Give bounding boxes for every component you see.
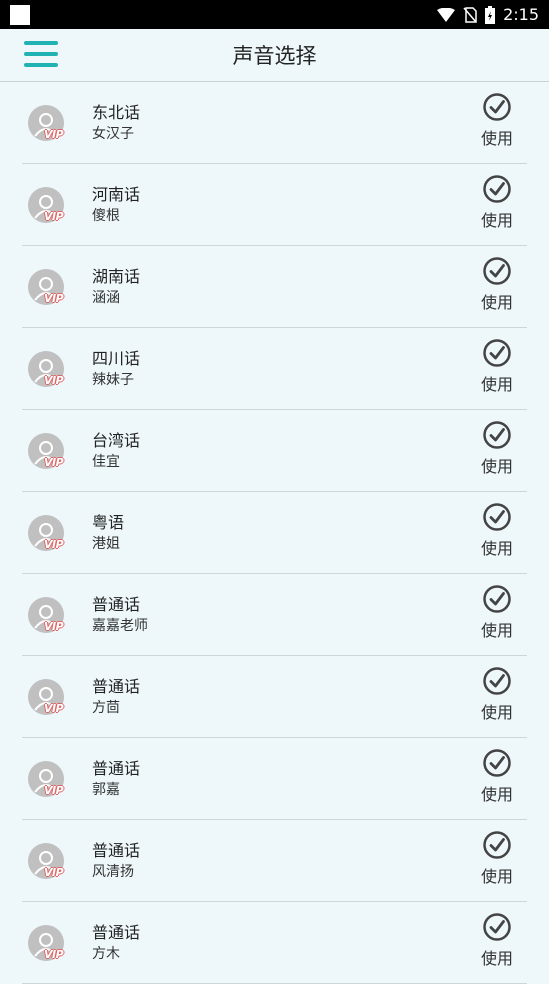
menu-button[interactable]: [24, 41, 58, 69]
voice-name: 佳宜: [92, 453, 120, 470]
avatar: VIP: [28, 350, 64, 387]
dialect-label: 普通话: [92, 922, 141, 942]
dialect-label: 湖南话: [92, 266, 141, 286]
voice-name: 辣妹子: [92, 371, 134, 388]
avatar: VIP: [28, 924, 64, 961]
voice-list: VIP 东北话 女汉子 使用 VIP 河南话 傻根 使用 VIP 湖南话 涵涵 …: [22, 82, 527, 984]
list-item[interactable]: VIP 四川话 辣妹子 使用: [22, 328, 527, 410]
clock: 2:15: [503, 5, 539, 24]
use-button[interactable]: 使用: [481, 912, 513, 969]
check-circle-icon: [483, 175, 511, 203]
use-button[interactable]: 使用: [481, 666, 513, 723]
vip-badge: VIP: [44, 865, 64, 879]
avatar: VIP: [28, 514, 64, 551]
vip-badge: VIP: [44, 947, 64, 961]
use-label: 使用: [480, 621, 513, 640]
check-circle-icon: [483, 503, 511, 531]
dialect-label: 普通话: [92, 594, 141, 614]
check-circle-icon: [483, 257, 511, 285]
avatar: VIP: [28, 186, 64, 223]
vip-badge: VIP: [44, 701, 64, 715]
use-button[interactable]: 使用: [481, 92, 513, 149]
list-item[interactable]: VIP 普通话 方木 使用: [22, 902, 527, 984]
voice-name: 方茴: [92, 699, 120, 716]
use-button[interactable]: 使用: [481, 256, 513, 313]
use-button[interactable]: 使用: [481, 502, 513, 559]
dialect-label: 普通话: [92, 758, 141, 778]
voice-name: 郭嘉: [92, 781, 120, 798]
dialect-label: 河南话: [92, 184, 141, 204]
avatar: VIP: [28, 268, 64, 305]
vip-badge: VIP: [44, 619, 64, 633]
use-button[interactable]: 使用: [481, 830, 513, 887]
avatar: VIP: [28, 842, 64, 879]
avatar: VIP: [28, 432, 64, 469]
list-item[interactable]: VIP 普通话 郭嘉 使用: [22, 738, 527, 820]
battery-icon: [485, 5, 496, 24]
use-label: 使用: [480, 457, 513, 476]
wifi-icon: [437, 7, 456, 22]
use-button[interactable]: 使用: [481, 420, 513, 477]
voice-name: 港姐: [92, 535, 120, 552]
avatar: VIP: [28, 678, 64, 715]
dialect-label: 普通话: [92, 840, 141, 860]
hamburger-icon: [24, 41, 58, 45]
vip-badge: VIP: [44, 291, 64, 305]
use-label: 使用: [480, 949, 513, 968]
dialect-label: 台湾话: [92, 430, 141, 450]
voice-name: 涵涵: [92, 289, 120, 306]
voice-name: 嘉嘉老师: [92, 617, 148, 634]
check-circle-icon: [483, 421, 511, 449]
dialect-label: 粤语: [92, 512, 125, 532]
vip-badge: VIP: [44, 127, 64, 141]
dialect-label: 东北话: [92, 102, 141, 122]
list-item[interactable]: VIP 东北话 女汉子 使用: [22, 82, 527, 164]
use-label: 使用: [480, 375, 513, 394]
list-item[interactable]: VIP 普通话 嘉嘉老师 使用: [22, 574, 527, 656]
vip-badge: VIP: [44, 209, 64, 223]
check-circle-icon: [483, 585, 511, 613]
status-bar: 2:15: [0, 0, 549, 29]
use-label: 使用: [480, 293, 513, 312]
check-circle-icon: [483, 93, 511, 121]
use-label: 使用: [480, 703, 513, 722]
list-item[interactable]: VIP 粤语 港姐 使用: [22, 492, 527, 574]
voice-name: 女汉子: [92, 125, 134, 142]
dialect-label: 四川话: [92, 348, 141, 368]
check-circle-icon: [483, 913, 511, 941]
voice-name: 方木: [92, 945, 120, 962]
vip-badge: VIP: [44, 783, 64, 797]
dialect-label: 普通话: [92, 676, 141, 696]
vip-badge: VIP: [44, 455, 64, 469]
check-circle-icon: [483, 339, 511, 367]
list-item[interactable]: VIP 河南话 傻根 使用: [22, 164, 527, 246]
use-button[interactable]: 使用: [481, 174, 513, 231]
list-item[interactable]: VIP 湖南话 涵涵 使用: [22, 246, 527, 328]
use-button[interactable]: 使用: [481, 338, 513, 395]
use-label: 使用: [480, 785, 513, 804]
voice-name: 傻根: [92, 207, 120, 224]
use-label: 使用: [480, 539, 513, 558]
list-item[interactable]: VIP 普通话 方茴 使用: [22, 656, 527, 738]
use-label: 使用: [480, 129, 513, 148]
use-label: 使用: [480, 867, 513, 886]
voice-name: 风清扬: [92, 863, 134, 880]
page-title: 声音选择: [232, 44, 317, 68]
no-sim-icon: [463, 6, 477, 23]
app-bar: 声音选择: [0, 29, 549, 82]
avatar: VIP: [28, 760, 64, 797]
check-circle-icon: [483, 667, 511, 695]
avatar: VIP: [28, 596, 64, 633]
check-circle-icon: [483, 831, 511, 859]
list-item[interactable]: VIP 台湾话 佳宜 使用: [22, 410, 527, 492]
avatar: VIP: [28, 104, 64, 141]
use-button[interactable]: 使用: [481, 748, 513, 805]
use-button[interactable]: 使用: [481, 584, 513, 641]
vip-badge: VIP: [44, 373, 64, 387]
use-label: 使用: [480, 211, 513, 230]
vip-badge: VIP: [44, 537, 64, 551]
check-circle-icon: [483, 749, 511, 777]
list-item[interactable]: VIP 普通话 风清扬 使用: [22, 820, 527, 902]
notification-icon: [10, 4, 30, 25]
